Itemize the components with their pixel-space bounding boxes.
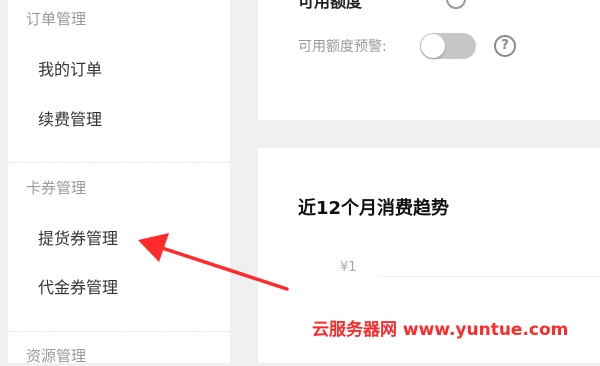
annotation-arrow-icon xyxy=(138,233,289,291)
watermark: 云服务器网 www.yuntue.com xyxy=(312,320,569,340)
